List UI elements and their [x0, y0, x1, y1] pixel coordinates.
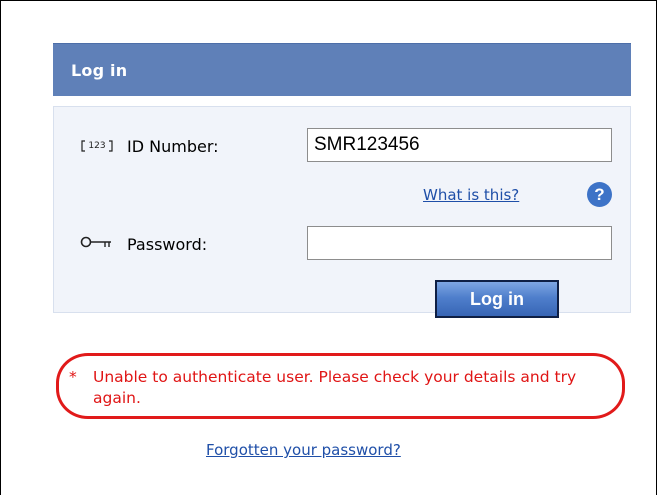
error-marker: *: [69, 368, 77, 386]
forgotten-password-link[interactable]: Forgotten your password?: [206, 441, 401, 459]
error-message: * Unable to authenticate user. Please ch…: [69, 367, 609, 409]
help-icon[interactable]: ?: [587, 182, 612, 207]
id-number-label: ID Number:: [127, 137, 219, 156]
id-card-icon: 123: [80, 136, 114, 154]
login-panel-header: Log in: [53, 43, 631, 96]
password-label: Password:: [127, 235, 208, 254]
what-is-this-link[interactable]: What is this?: [423, 186, 519, 204]
login-panel: Log in 123 ID Number: What is this? ?: [53, 43, 631, 318]
error-message-text: Unable to authenticate user. Please chec…: [93, 368, 577, 407]
panel-title: Log in: [71, 60, 128, 80]
password-input[interactable]: [307, 226, 612, 260]
key-icon: [80, 235, 114, 249]
login-button[interactable]: Log in: [435, 280, 559, 318]
id-card-icon-text: 123: [88, 141, 105, 151]
id-number-input[interactable]: [307, 128, 612, 162]
login-form: 123 ID Number: What is this? ? Password:: [53, 106, 631, 318]
page-frame: Log in 123 ID Number: What is this? ?: [0, 0, 657, 495]
